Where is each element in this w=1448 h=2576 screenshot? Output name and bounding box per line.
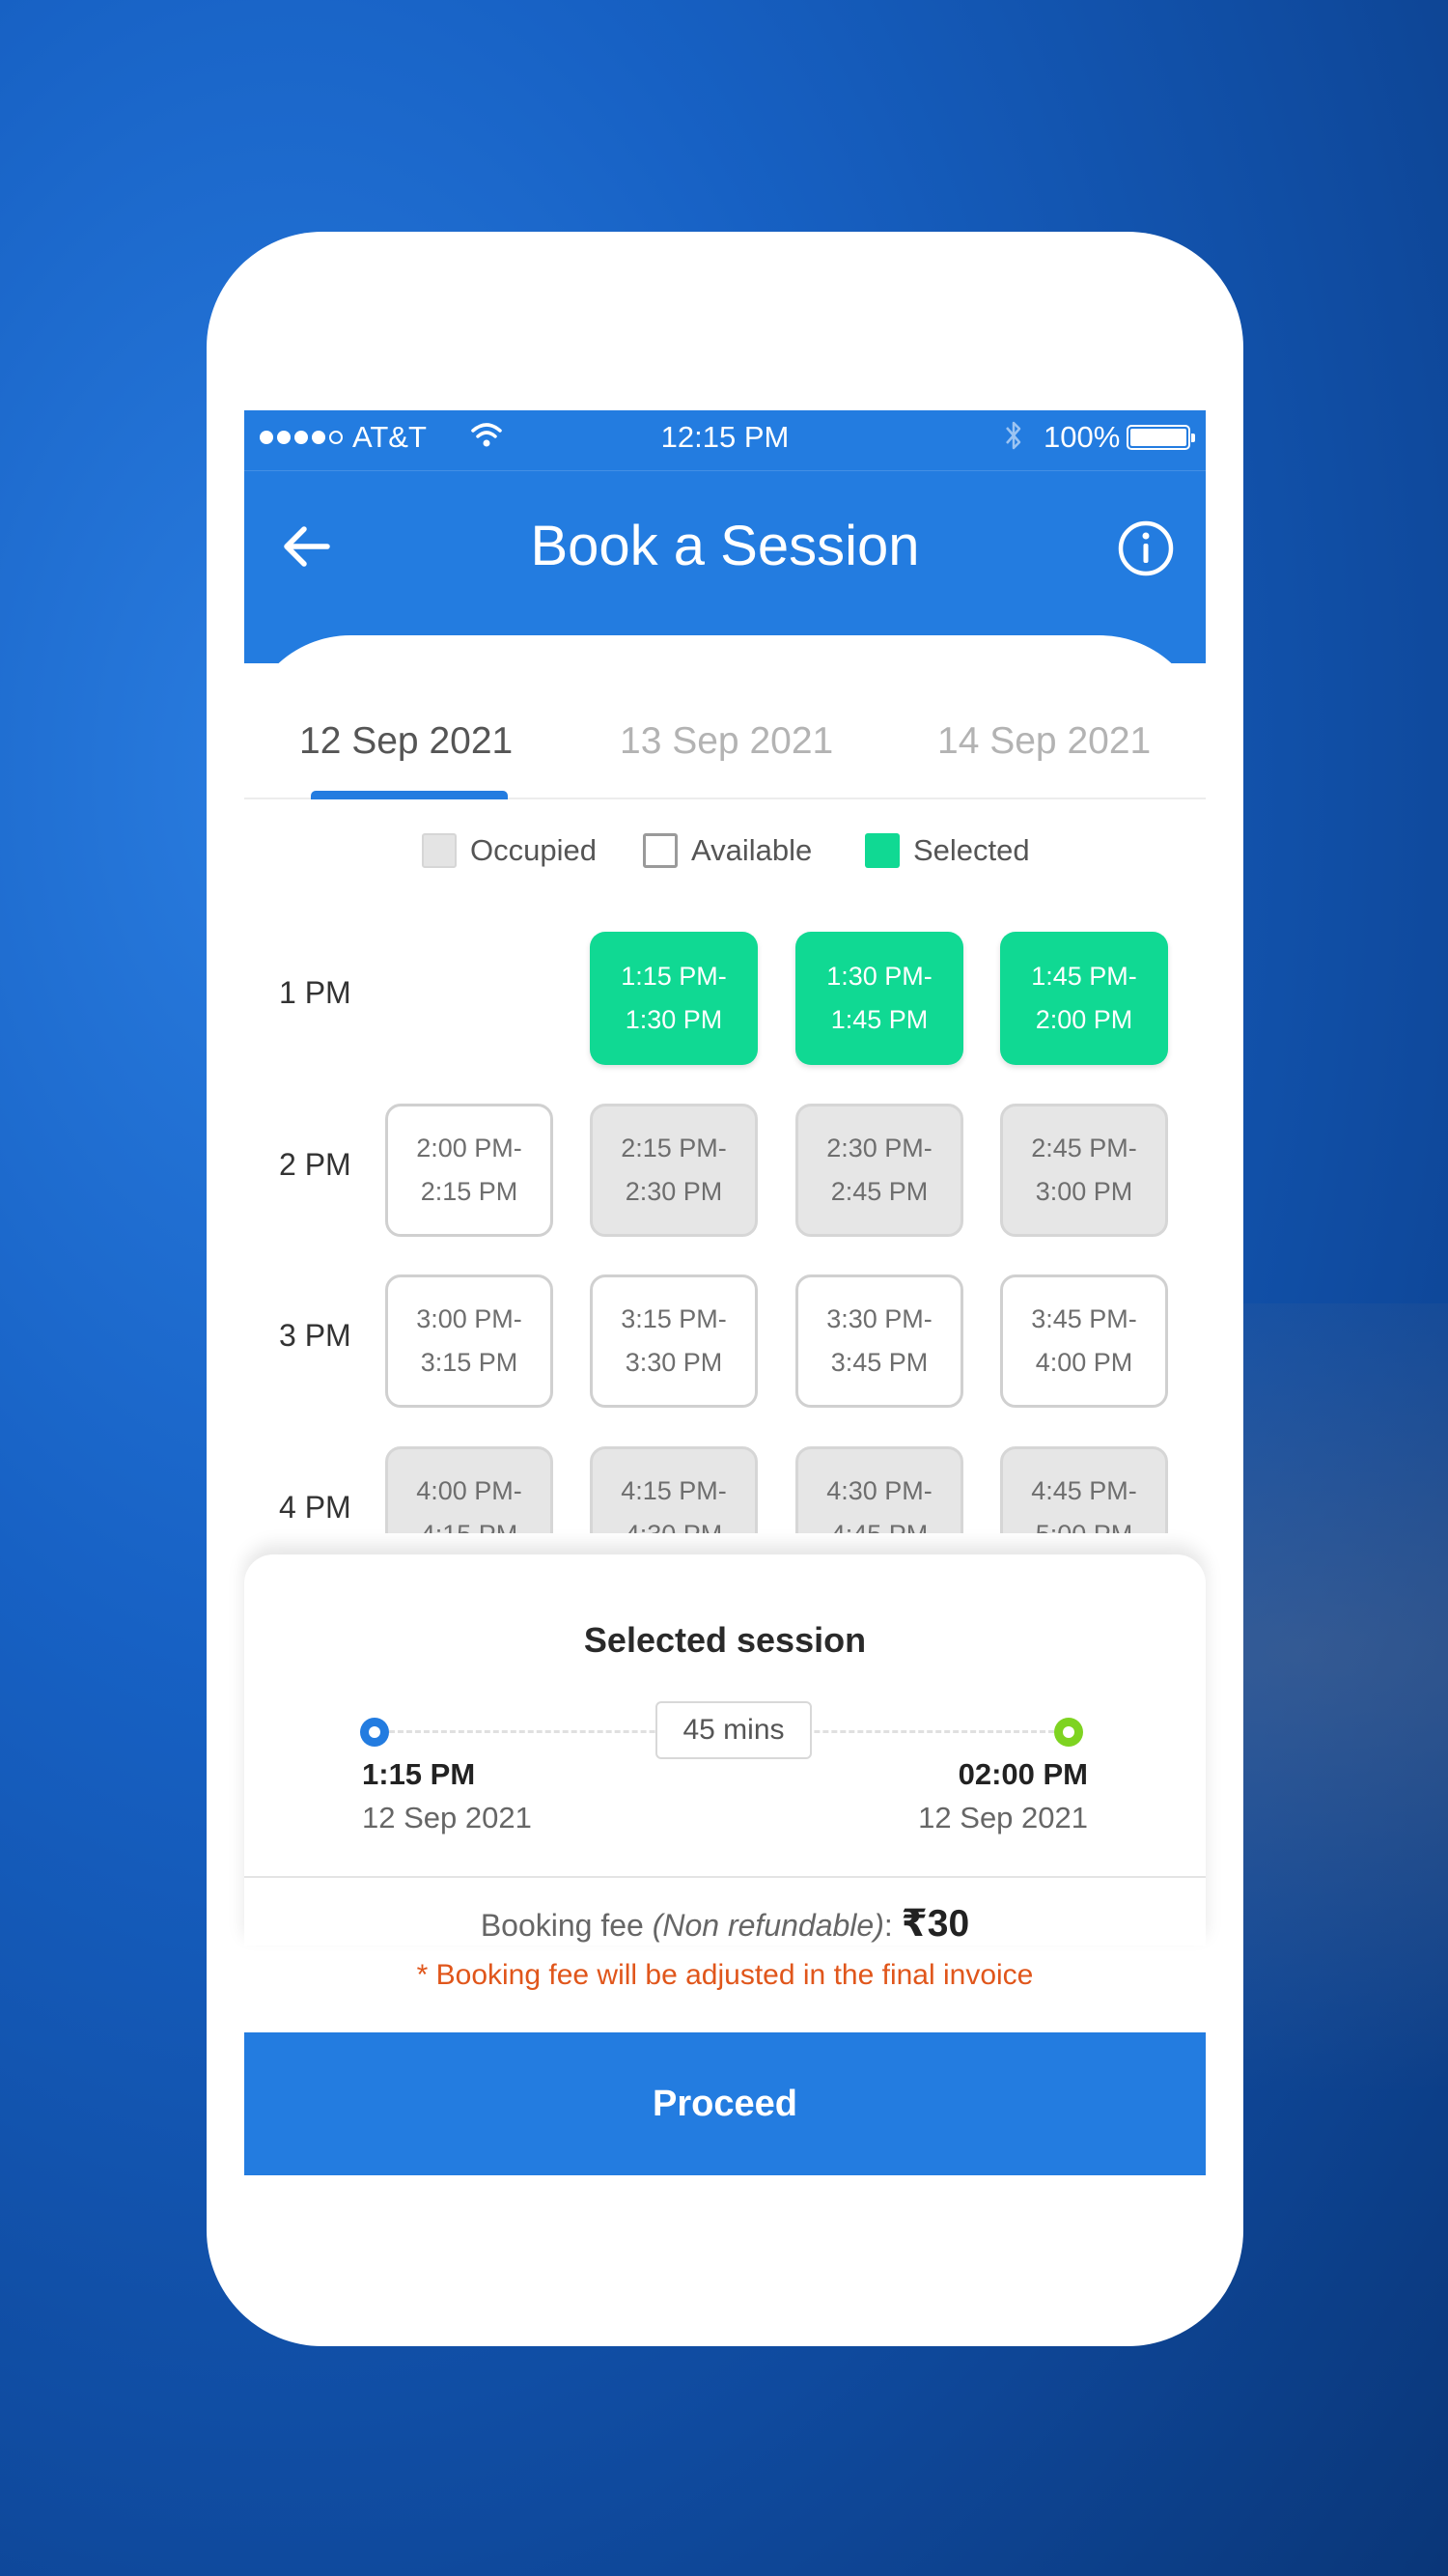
hour-label-2pm: 2 PM [279,1147,351,1182]
slot-1-45-pm[interactable]: 1:45 PM- 2:00 PM [1000,932,1168,1065]
slot-3-00-pm[interactable]: 3:00 PM- 3:15 PM [385,1274,553,1408]
hour-label-4pm: 4 PM [279,1490,351,1525]
status-bar: AT&T 12:15 PM 100% [244,410,1206,470]
slot-start: 4:15 PM- [621,1476,727,1505]
slot-end: 4:00 PM [1035,1348,1133,1377]
slot-4-15-pm: 4:15 PM- 4:30 PM [590,1446,758,1533]
hour-label-3pm: 3 PM [279,1318,351,1353]
end-marker-icon [1054,1718,1083,1747]
tab-14-sep-2021[interactable]: 14 Sep 2021 [937,720,1151,763]
slot-2-45-pm: 2:45 PM- 3:00 PM [1000,1104,1168,1237]
slot-start: 3:00 PM- [416,1304,522,1333]
slot-end: 2:30 PM [625,1177,723,1206]
booking-fee: Booking fee (Non refundable): ₹30 [244,1902,1206,1946]
duration-badge: 45 mins [655,1701,812,1759]
fee-separator: : [883,1908,902,1943]
occupied-swatch [422,833,457,868]
end-time: 02:00 PM [958,1757,1088,1791]
slot-start: 2:15 PM- [621,1134,727,1162]
slot-end: 3:15 PM [420,1348,518,1377]
slot-end: 3:30 PM [625,1348,723,1377]
sheet-divider [244,1876,1206,1878]
hour-label-1pm: 1 PM [279,975,351,1010]
tab-13-sep-2021[interactable]: 13 Sep 2021 [620,720,833,763]
slot-end: 2:15 PM [420,1177,518,1206]
info-circle-icon[interactable] [1117,519,1175,577]
available-swatch [643,833,678,868]
legend-available: Available [643,833,812,868]
slot-end: 4:45 PM [831,1513,929,1533]
fee-amount: ₹30 [901,1903,970,1945]
slot-start: 1:30 PM- [826,962,933,991]
slot-2-15-pm: 2:15 PM- 2:30 PM [590,1104,758,1237]
selected-session-title: Selected session [583,1620,867,1660]
slot-end: 2:00 PM [1035,1005,1133,1034]
slot-start: 2:45 PM- [1031,1134,1137,1162]
phone-frame: AT&T 12:15 PM 100% Book a Session 12 Sep… [207,232,1243,2346]
slot-2-30-pm: 2:30 PM- 2:45 PM [795,1104,963,1237]
fee-qualifier: (Non refundable) [652,1908,884,1943]
slot-start: 4:30 PM- [826,1476,933,1505]
slot-legend: Occupied Available Selected [244,833,1206,876]
slot-1-30-pm[interactable]: 1:30 PM- 1:45 PM [795,932,963,1065]
slot-end: 4:15 PM [421,1513,518,1533]
slot-1-15-pm[interactable]: 1:15 PM- 1:30 PM [590,932,758,1065]
slot-end: 1:45 PM [830,1005,929,1034]
slot-end: 1:30 PM [625,1005,723,1034]
time-slot-grid: 1 PM 2 PM 3 PM 4 PM 1:15 PM- 1:30 PM 1:3… [244,930,1206,1533]
slot-start: 1:15 PM- [621,962,727,991]
battery-percent: 100% [1044,420,1121,454]
legend-occupied-label: Occupied [470,833,597,867]
slot-4-30-pm: 4:30 PM- 4:45 PM [795,1446,963,1533]
battery-icon [1127,425,1195,450]
slot-4-00-pm: 4:00 PM- 4:15 PM [385,1446,553,1533]
slot-4-45-pm: 4:45 PM- 5:00 PM [1000,1446,1168,1533]
date-tabs: 12 Sep 2021 13 Sep 2021 14 Sep 2021 [244,635,1206,799]
slot-end: 5:00 PM [1036,1513,1133,1533]
start-time: 1:15 PM [362,1757,476,1791]
slot-start: 2:30 PM- [826,1134,933,1162]
fee-note: * Booking fee will be adjusted in the fi… [416,1959,1034,1991]
legend-selected: Selected [865,833,1030,868]
slot-end: 4:30 PM [626,1513,723,1533]
slot-3-30-pm[interactable]: 3:30 PM- 3:45 PM [795,1274,963,1408]
slot-start: 4:00 PM- [416,1476,522,1505]
fee-label: Booking fee [480,1908,653,1943]
slot-start: 3:15 PM- [621,1304,727,1333]
slot-end: 3:00 PM [1035,1177,1133,1206]
selected-swatch [865,833,900,868]
slot-start: 4:45 PM- [1031,1476,1137,1505]
app-header: Book a Session [244,470,1206,663]
active-tab-indicator [311,791,508,799]
slot-start: 2:00 PM- [416,1134,522,1162]
start-date: 12 Sep 2021 [362,1801,532,1834]
slot-start: 1:45 PM- [1031,962,1137,991]
slot-3-15-pm[interactable]: 3:15 PM- 3:30 PM [590,1274,758,1408]
slot-3-45-pm[interactable]: 3:45 PM- 4:00 PM [1000,1274,1168,1408]
legend-available-label: Available [691,833,813,867]
bluetooth-icon [1006,421,1021,450]
slot-2-00-pm[interactable]: 2:00 PM- 2:15 PM [385,1104,553,1237]
slot-end: 2:45 PM [830,1177,929,1206]
page-title: Book a Session [530,515,920,577]
start-marker-icon [360,1718,389,1747]
end-date: 12 Sep 2021 [918,1801,1088,1834]
slot-end: 3:45 PM [830,1348,929,1377]
slot-start: 3:45 PM- [1031,1304,1137,1333]
proceed-button[interactable]: Proceed [244,2032,1206,2175]
legend-occupied: Occupied [422,833,597,868]
slot-start: 3:30 PM- [826,1304,933,1333]
tab-12-sep-2021[interactable]: 12 Sep 2021 [299,720,513,763]
legend-selected-label: Selected [913,833,1030,867]
